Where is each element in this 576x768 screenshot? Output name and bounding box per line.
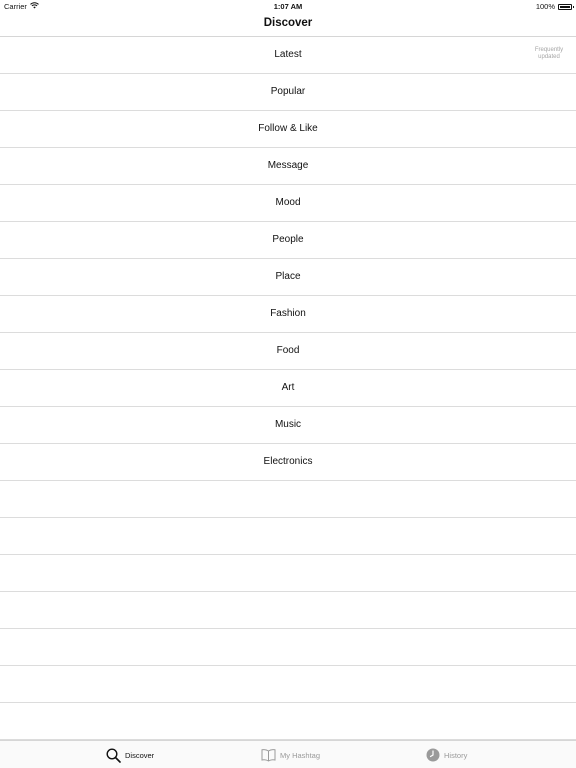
list-item-place[interactable]: Place xyxy=(0,259,576,296)
list-item-label: People xyxy=(272,234,304,245)
list-item-label: Art xyxy=(281,382,295,393)
list-item-label: Music xyxy=(274,419,302,430)
battery-percent: 100% xyxy=(535,2,555,11)
tab-my-hashtag[interactable]: My Hashtag xyxy=(261,746,320,764)
clock-icon xyxy=(426,748,440,762)
book-icon xyxy=(261,748,276,762)
category-list: Latest Frequently updated Popular Follow… xyxy=(0,37,576,740)
status-battery: 100% xyxy=(535,2,574,11)
list-item-label: Latest xyxy=(274,49,302,60)
tab-label: Discover xyxy=(125,750,155,760)
list-item-popular[interactable]: Popular xyxy=(0,74,576,111)
empty-row xyxy=(0,518,576,555)
list-item-food[interactable]: Food xyxy=(0,333,576,370)
list-item-latest[interactable]: Latest Frequently updated xyxy=(0,37,576,74)
status-time: 1:07 AM xyxy=(273,2,303,11)
list-item-label: Place xyxy=(275,271,301,282)
tab-label: History xyxy=(444,750,468,760)
battery-icon xyxy=(558,3,574,10)
list-item-message[interactable]: Message xyxy=(0,148,576,185)
list-item-people[interactable]: People xyxy=(0,222,576,259)
page-title: Discover xyxy=(263,17,313,29)
empty-row xyxy=(0,666,576,703)
list-item-label: Follow & Like xyxy=(258,123,318,134)
list-item-mood[interactable]: Mood xyxy=(0,185,576,222)
list-item-follow-like[interactable]: Follow & Like xyxy=(0,111,576,148)
empty-row xyxy=(0,703,576,740)
tab-label: My Hashtag xyxy=(280,750,321,760)
tab-discover[interactable]: Discover xyxy=(106,746,154,764)
empty-row xyxy=(0,555,576,592)
list-item-art[interactable]: Art xyxy=(0,370,576,407)
list-item-label: Electronics xyxy=(263,456,313,467)
status-bar: Carrier 1:07 AM 100% xyxy=(0,0,576,12)
list-item-fashion[interactable]: Fashion xyxy=(0,296,576,333)
list-item-electronics[interactable]: Electronics xyxy=(0,444,576,481)
tab-history[interactable]: History xyxy=(426,746,467,764)
frequently-updated-note: Frequently updated xyxy=(534,47,564,60)
list-item-label: Mood xyxy=(275,197,301,208)
empty-row xyxy=(0,629,576,666)
list-item-label: Fashion xyxy=(270,308,306,319)
list-item-label: Food xyxy=(276,345,300,356)
list-item-label: Message xyxy=(267,160,309,171)
search-icon xyxy=(106,747,121,763)
empty-row xyxy=(0,481,576,518)
tab-bar: Discover My Hashtag History xyxy=(0,740,576,768)
list-item-label: Popular xyxy=(270,86,306,97)
empty-row xyxy=(0,592,576,629)
list-item-music[interactable]: Music xyxy=(0,407,576,444)
nav-bar: Discover xyxy=(0,12,576,37)
